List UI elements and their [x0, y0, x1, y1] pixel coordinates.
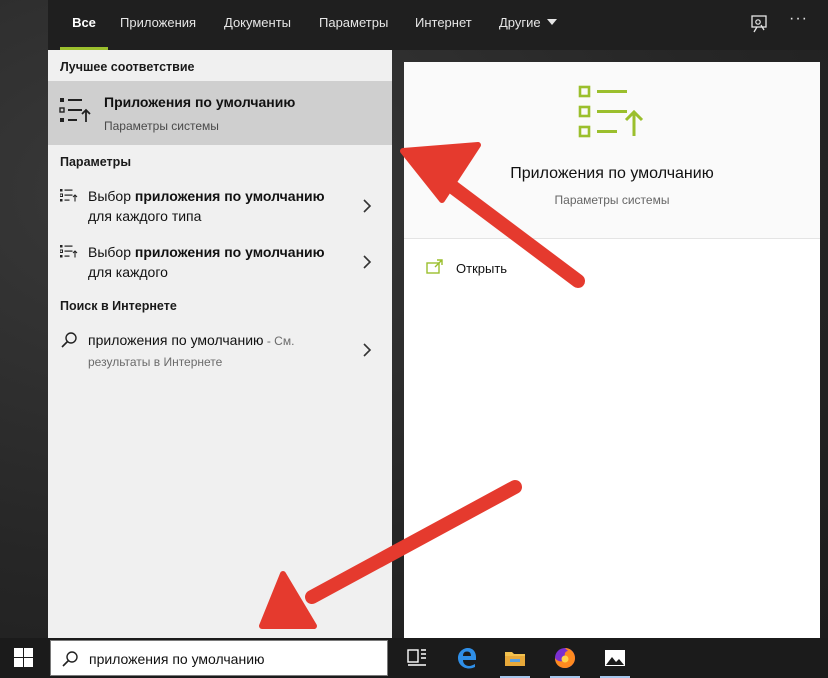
settings-result-text: Выбор приложения по умолчанию для каждог… [88, 242, 348, 282]
firefox-button[interactable] [542, 638, 588, 678]
result-text-prefix: Выбор [88, 188, 135, 204]
result-text-match: приложения по умолчанию [134, 244, 325, 260]
feedback-icon[interactable] [748, 13, 770, 35]
open-label: Открыть [456, 261, 508, 276]
search-icon [62, 651, 78, 667]
windows-logo-icon [14, 648, 33, 667]
result-text-suffix: для каждого [88, 264, 168, 280]
open-icon [426, 259, 443, 274]
chevron-right-icon[interactable] [362, 254, 372, 270]
tab-label: Документы [224, 15, 292, 30]
edge-button[interactable] [444, 638, 490, 678]
tab-other[interactable]: Другие [499, 0, 557, 50]
preview-divider [404, 238, 820, 239]
preview-subtitle: Параметры системы [554, 193, 670, 207]
file-explorer-button[interactable] [492, 638, 538, 678]
best-match-title: Приложения по умолчанию [104, 94, 296, 110]
settings-heading: Параметры [60, 155, 131, 169]
web-query: приложения по умолчанию [88, 332, 264, 348]
results-panel: Лучшее соответствие Приложения по умолча… [48, 50, 392, 638]
settings-result-2[interactable]: Выбор приложения по умолчанию для каждог… [48, 240, 392, 288]
photos-icon [605, 650, 625, 666]
chevron-right-icon[interactable] [362, 342, 372, 358]
firefox-icon [555, 648, 575, 668]
more-options-icon[interactable]: ··· [789, 10, 811, 32]
tab-all[interactable]: Все [60, 0, 108, 50]
caret-down-icon [546, 19, 557, 25]
taskbar-search-box[interactable] [50, 640, 388, 676]
task-view-button[interactable] [394, 638, 440, 678]
search-scope-bar: Все Приложения Документы Параметры Интер… [48, 0, 828, 50]
task-view-icon [407, 649, 426, 666]
result-text-suffix: для каждого типа [88, 208, 202, 224]
web-search-result[interactable]: приложения по умолчанию - См. результаты… [48, 328, 392, 376]
tab-label: Параметры [319, 15, 389, 30]
search-icon [61, 332, 77, 348]
settings-result-1[interactable]: Выбор приложения по умолчанию для каждог… [48, 184, 392, 232]
tab-apps[interactable]: Приложения [120, 0, 196, 50]
settings-result-text: Выбор приложения по умолчанию для каждог… [88, 186, 348, 226]
start-button[interactable] [0, 638, 48, 678]
result-text-match: приложения по умолчанию [134, 188, 325, 204]
web-search-text: приложения по умолчанию - См. результаты… [88, 330, 348, 372]
tab-documents[interactable]: Документы [224, 0, 291, 50]
taskbar [0, 638, 828, 678]
result-text-prefix: Выбор [88, 244, 135, 260]
tab-label: Другие [499, 15, 541, 30]
edge-icon [458, 648, 476, 669]
default-apps-small-icon [60, 189, 78, 202]
web-search-heading: Поиск в Интернете [60, 299, 177, 313]
best-match-heading: Лучшее соответствие [60, 60, 195, 74]
default-apps-icon [59, 98, 91, 122]
tab-label: Приложения [120, 15, 197, 30]
preview-title: Приложения по умолчанию [510, 165, 714, 182]
photos-button[interactable] [592, 638, 638, 678]
tab-label: Интернет [415, 15, 472, 30]
default-apps-small-icon [60, 245, 78, 258]
tab-label: Все [72, 15, 96, 30]
default-apps-large-icon [578, 85, 644, 138]
folder-icon [505, 652, 525, 666]
chevron-right-icon[interactable] [362, 198, 372, 214]
best-match-subtitle: Параметры системы [104, 119, 219, 133]
tab-internet[interactable]: Интернет [415, 0, 472, 50]
search-input[interactable] [87, 648, 381, 670]
tab-settings[interactable]: Параметры [319, 0, 388, 50]
preview-panel: Приложения по умолчанию Параметры систем… [404, 62, 820, 638]
best-match-item[interactable]: Приложения по умолчанию Параметры систем… [48, 81, 392, 145]
